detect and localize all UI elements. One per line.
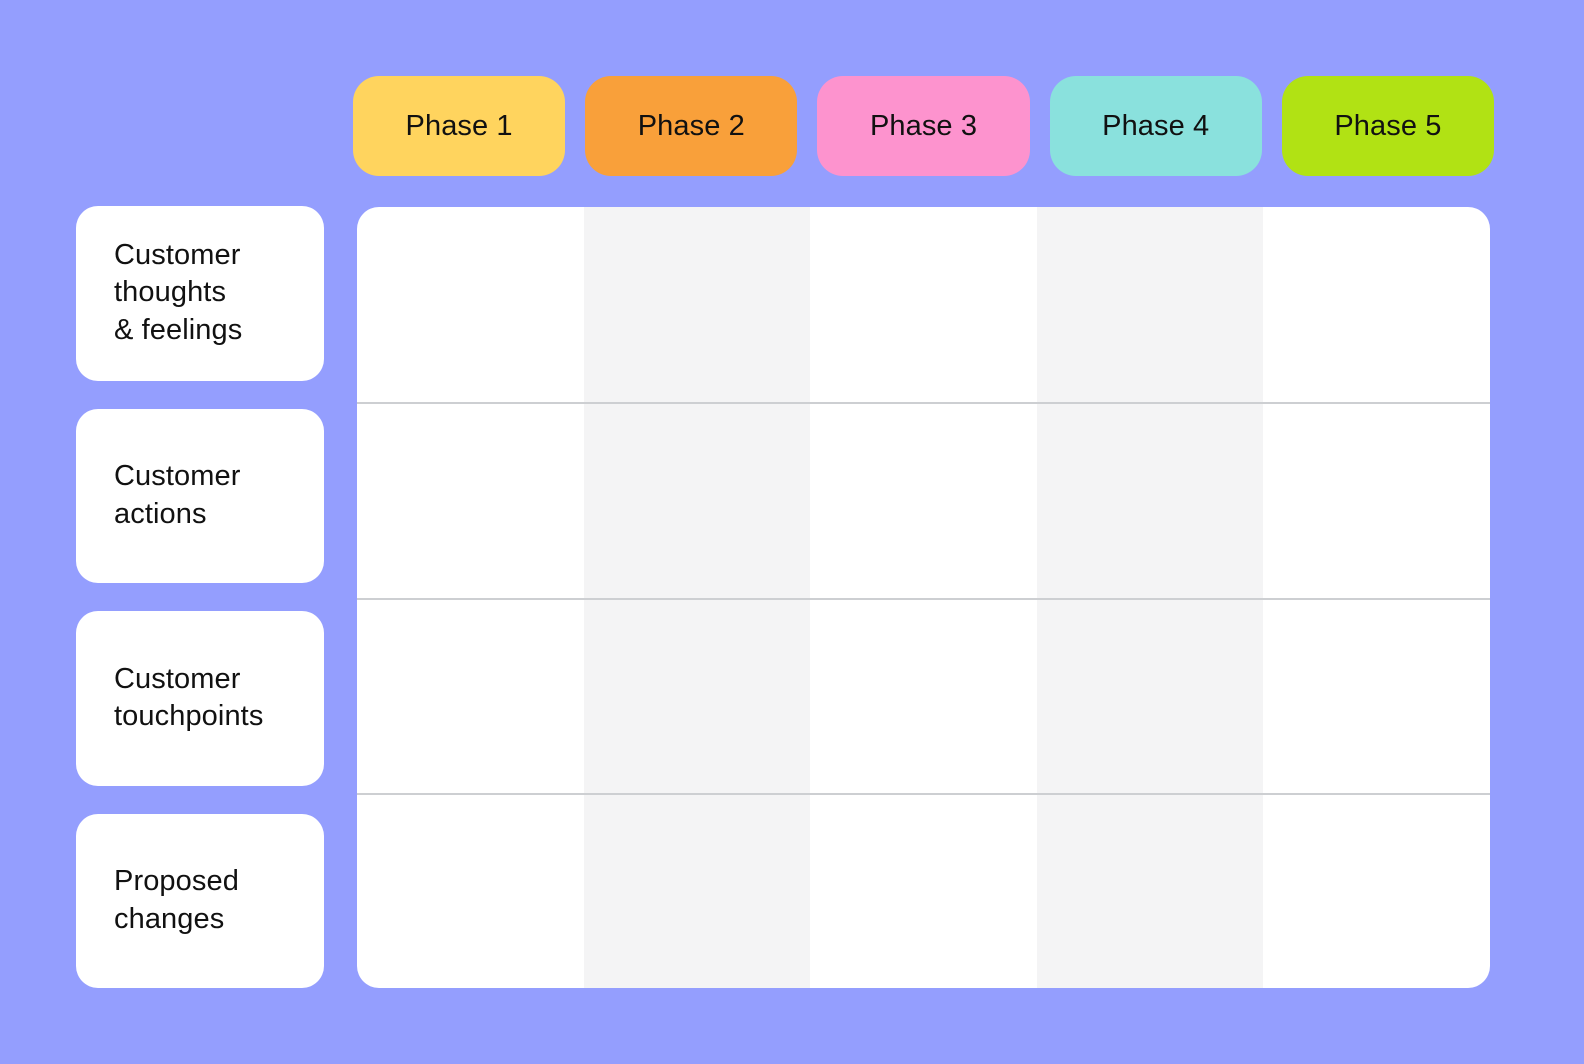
grid-cell[interactable]: [357, 207, 584, 402]
grid-cell[interactable]: [584, 402, 811, 597]
grid-cell[interactable]: [810, 598, 1037, 793]
grid-rows: [357, 207, 1490, 988]
phase-chip-label: Phase 1: [405, 109, 513, 142]
row-label-text: Proposed changes: [114, 865, 239, 935]
grid-cell[interactable]: [357, 402, 584, 597]
grid-row-proposed-changes: [357, 792, 1490, 988]
phase-header-row: Phase 1 Phase 2 Phase 3 Phase 4 Phase 5: [353, 76, 1495, 176]
phase-chip-1[interactable]: Phase 1: [353, 76, 566, 176]
grid-cell[interactable]: [1037, 207, 1264, 402]
row-label-text: Customer actions: [114, 460, 241, 530]
grid-cell-layer: [357, 207, 1490, 402]
grid-row-customer-touchpoints: [357, 597, 1490, 793]
grid-cell[interactable]: [584, 598, 811, 793]
grid-cell[interactable]: [357, 793, 584, 988]
grid-row-customer-actions: [357, 402, 1490, 597]
grid-cell[interactable]: [1037, 402, 1264, 597]
grid-cell-layer: [357, 598, 1490, 793]
row-label-text: Customer touchpoints: [114, 662, 264, 733]
journey-map-board: Phase 1 Phase 2 Phase 3 Phase 4 Phase 5 …: [0, 0, 1584, 1064]
phase-chip-5[interactable]: Phase 5: [1281, 76, 1495, 176]
grid-cell[interactable]: [810, 207, 1037, 402]
grid-cell[interactable]: [1263, 793, 1490, 988]
grid-cell-layer: [357, 402, 1490, 597]
phase-chip-label: Phase 4: [1102, 109, 1210, 142]
row-label-card-customer-thoughts-feelings[interactable]: Customer thoughts & feelings: [76, 206, 324, 381]
row-label-card-customer-touchpoints[interactable]: Customer touchpoints: [76, 611, 324, 786]
phase-chip-2[interactable]: Phase 2: [585, 76, 798, 176]
phase-chip-4[interactable]: Phase 4: [1049, 76, 1262, 176]
grid-cell[interactable]: [1263, 402, 1490, 597]
phase-chip-label: Phase 2: [637, 109, 745, 142]
grid-cell[interactable]: [357, 598, 584, 793]
row-label-column: Customer thoughts & feelings Customer ac…: [76, 206, 324, 988]
grid-cell[interactable]: [1037, 793, 1264, 988]
grid-cell[interactable]: [1037, 598, 1264, 793]
grid-cell[interactable]: [1263, 207, 1490, 402]
journey-grid: [357, 207, 1490, 988]
grid-cell[interactable]: [1263, 598, 1490, 793]
row-label-card-customer-actions[interactable]: Customer actions: [76, 408, 324, 583]
phase-chip-3[interactable]: Phase 3: [817, 76, 1030, 176]
grid-cell[interactable]: [584, 793, 811, 988]
grid-cell[interactable]: [810, 793, 1037, 988]
phase-chip-label: Phase 3: [869, 109, 978, 142]
row-label-text: Customer thoughts & feelings: [114, 238, 243, 347]
row-label-card-proposed-changes[interactable]: Proposed changes: [76, 813, 324, 988]
grid-cell[interactable]: [584, 207, 811, 402]
grid-cell[interactable]: [810, 402, 1037, 597]
grid-cell-layer: [357, 793, 1490, 988]
grid-row-customer-thoughts-feelings: [357, 207, 1490, 402]
phase-chip-label: Phase 5: [1334, 109, 1442, 142]
